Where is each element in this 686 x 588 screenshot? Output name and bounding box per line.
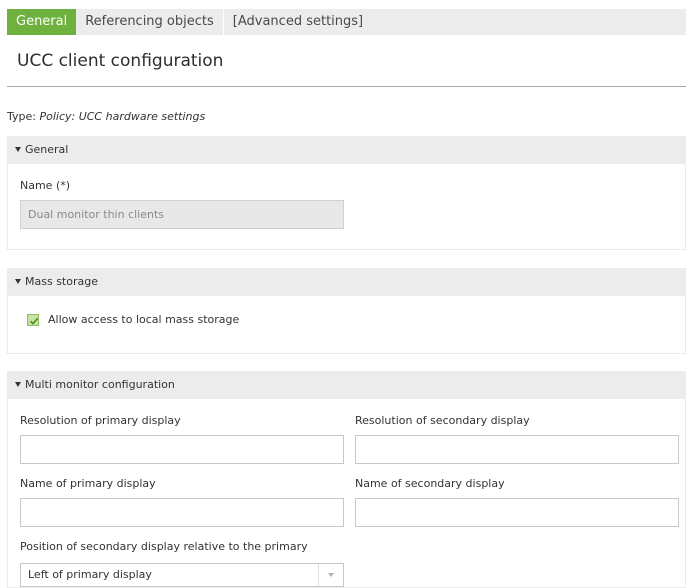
dropdown-button[interactable] xyxy=(318,564,343,586)
section-header-general[interactable]: General xyxy=(7,136,686,164)
section-body-general: Name (*) xyxy=(7,164,686,250)
section-body-multi-monitor: Resolution of primary display Resolution… xyxy=(7,399,686,588)
name-field[interactable] xyxy=(20,200,344,229)
section-title-general: General xyxy=(25,143,69,156)
collapse-triangle-icon xyxy=(15,279,21,284)
res-primary-label: Resolution of primary display xyxy=(20,414,181,427)
position-select[interactable]: Left of primary display xyxy=(20,563,344,587)
res-secondary-input[interactable] xyxy=(355,435,679,464)
res-primary-input[interactable] xyxy=(20,435,344,464)
position-select-value: Left of primary display xyxy=(28,568,152,581)
collapse-triangle-icon xyxy=(15,147,21,152)
tab-bar: General Referencing objects [Advanced se… xyxy=(7,9,686,35)
name-label: Name (*) xyxy=(20,179,71,192)
section-header-mass-storage[interactable]: Mass storage xyxy=(7,268,686,296)
tab-general[interactable]: General xyxy=(7,9,77,35)
chevron-down-icon xyxy=(328,573,334,577)
section-title-multi-monitor: Multi monitor configuration xyxy=(25,378,175,391)
type-prefix: Type: xyxy=(7,110,40,123)
res-secondary-label: Resolution of secondary display xyxy=(355,414,530,427)
section-title-mass-storage: Mass storage xyxy=(25,275,98,288)
position-label: Position of secondary display relative t… xyxy=(20,540,308,553)
type-line: Type: Policy: UCC hardware settings xyxy=(7,110,205,123)
section-body-mass-storage: Allow access to local mass storage xyxy=(7,296,686,354)
name-primary-label: Name of primary display xyxy=(20,477,156,490)
name-secondary-label: Name of secondary display xyxy=(355,477,505,490)
checkmark-icon xyxy=(29,317,39,325)
mass-storage-checkbox[interactable] xyxy=(27,314,39,326)
name-primary-input[interactable] xyxy=(20,498,344,527)
mass-storage-checkbox-label: Allow access to local mass storage xyxy=(48,313,240,326)
page-title: UCC client configuration xyxy=(17,51,224,71)
name-secondary-input[interactable] xyxy=(355,498,679,527)
title-divider xyxy=(7,86,686,87)
collapse-triangle-icon xyxy=(15,382,21,387)
tab-advanced-settings[interactable]: [Advanced settings] xyxy=(222,9,372,35)
tab-referencing-objects[interactable]: Referencing objects xyxy=(76,9,223,35)
section-header-multi-monitor[interactable]: Multi monitor configuration xyxy=(7,371,686,399)
type-value: Policy: UCC hardware settings xyxy=(39,110,206,123)
